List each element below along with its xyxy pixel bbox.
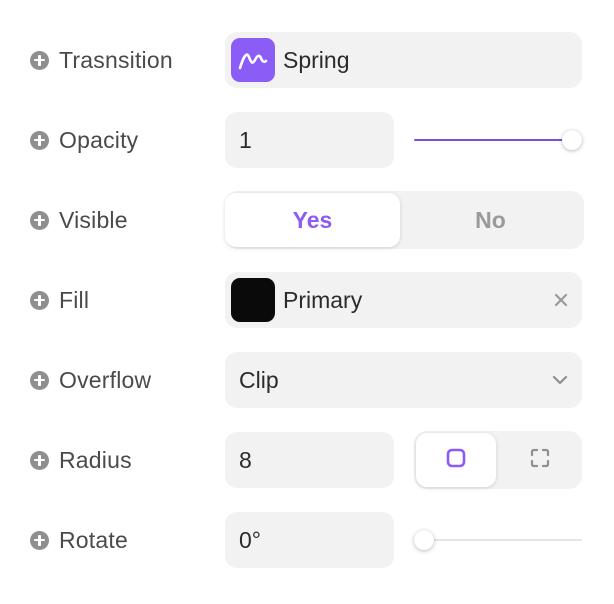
row-radius: Radius 8: [0, 431, 614, 489]
individual-corners-button[interactable]: [500, 433, 580, 487]
spring-curve-icon: [231, 38, 275, 82]
transition-label: Trasnsition: [59, 46, 173, 73]
chevron-down-icon: [552, 352, 568, 408]
visible-toggle: Yes No: [225, 191, 584, 249]
radius-value: 8: [239, 446, 252, 473]
rotate-slider[interactable]: [414, 512, 582, 568]
fill-field[interactable]: Primary: [225, 272, 582, 328]
add-icon[interactable]: [30, 50, 49, 70]
transition-value: Spring: [283, 46, 350, 73]
opacity-slider[interactable]: [414, 112, 582, 168]
radius-mode-toggle: [414, 431, 582, 489]
add-icon[interactable]: [30, 290, 49, 310]
rotate-label: Rotate: [59, 526, 128, 553]
opacity-input[interactable]: 1: [225, 112, 394, 168]
fill-value: Primary: [283, 286, 363, 313]
overflow-label: Overflow: [59, 366, 152, 393]
overflow-value: Clip: [239, 366, 279, 393]
add-icon[interactable]: [30, 530, 49, 550]
fill-label: Fill: [59, 286, 90, 313]
row-opacity: Opacity 1: [0, 112, 614, 168]
radius-label: Radius: [59, 446, 132, 473]
row-rotate: Rotate 0°: [0, 512, 614, 568]
rotate-value: 0°: [239, 526, 261, 553]
properties-panel: Trasnsition Spring Opacity 1 Visible Yes…: [0, 0, 614, 604]
opacity-value: 1: [239, 126, 252, 153]
close-icon[interactable]: [554, 272, 568, 328]
opacity-label: Opacity: [59, 126, 139, 153]
transition-field[interactable]: Spring: [225, 32, 582, 88]
add-icon[interactable]: [30, 450, 49, 470]
visible-label: Visible: [59, 206, 128, 233]
row-visible: Visible Yes No: [0, 191, 614, 249]
color-swatch[interactable]: [231, 278, 275, 322]
slider-fill: [414, 139, 572, 141]
rotate-input[interactable]: 0°: [225, 512, 394, 568]
uniform-radius-icon: [445, 447, 467, 474]
row-transition: Trasnsition Spring: [0, 32, 614, 88]
visible-no-button[interactable]: No: [403, 193, 578, 247]
visible-yes-button[interactable]: Yes: [225, 193, 400, 247]
uniform-radius-button[interactable]: [416, 433, 496, 487]
individual-corners-icon: [529, 447, 551, 474]
slider-track: [414, 539, 582, 541]
add-icon[interactable]: [30, 210, 49, 230]
row-fill: Fill Primary: [0, 272, 614, 328]
radius-input[interactable]: 8: [225, 432, 394, 488]
add-icon[interactable]: [30, 370, 49, 390]
slider-thumb[interactable]: [562, 130, 582, 150]
add-icon[interactable]: [30, 130, 49, 150]
overflow-select[interactable]: Clip: [225, 352, 582, 408]
slider-thumb[interactable]: [414, 530, 434, 550]
row-overflow: Overflow Clip: [0, 352, 614, 408]
